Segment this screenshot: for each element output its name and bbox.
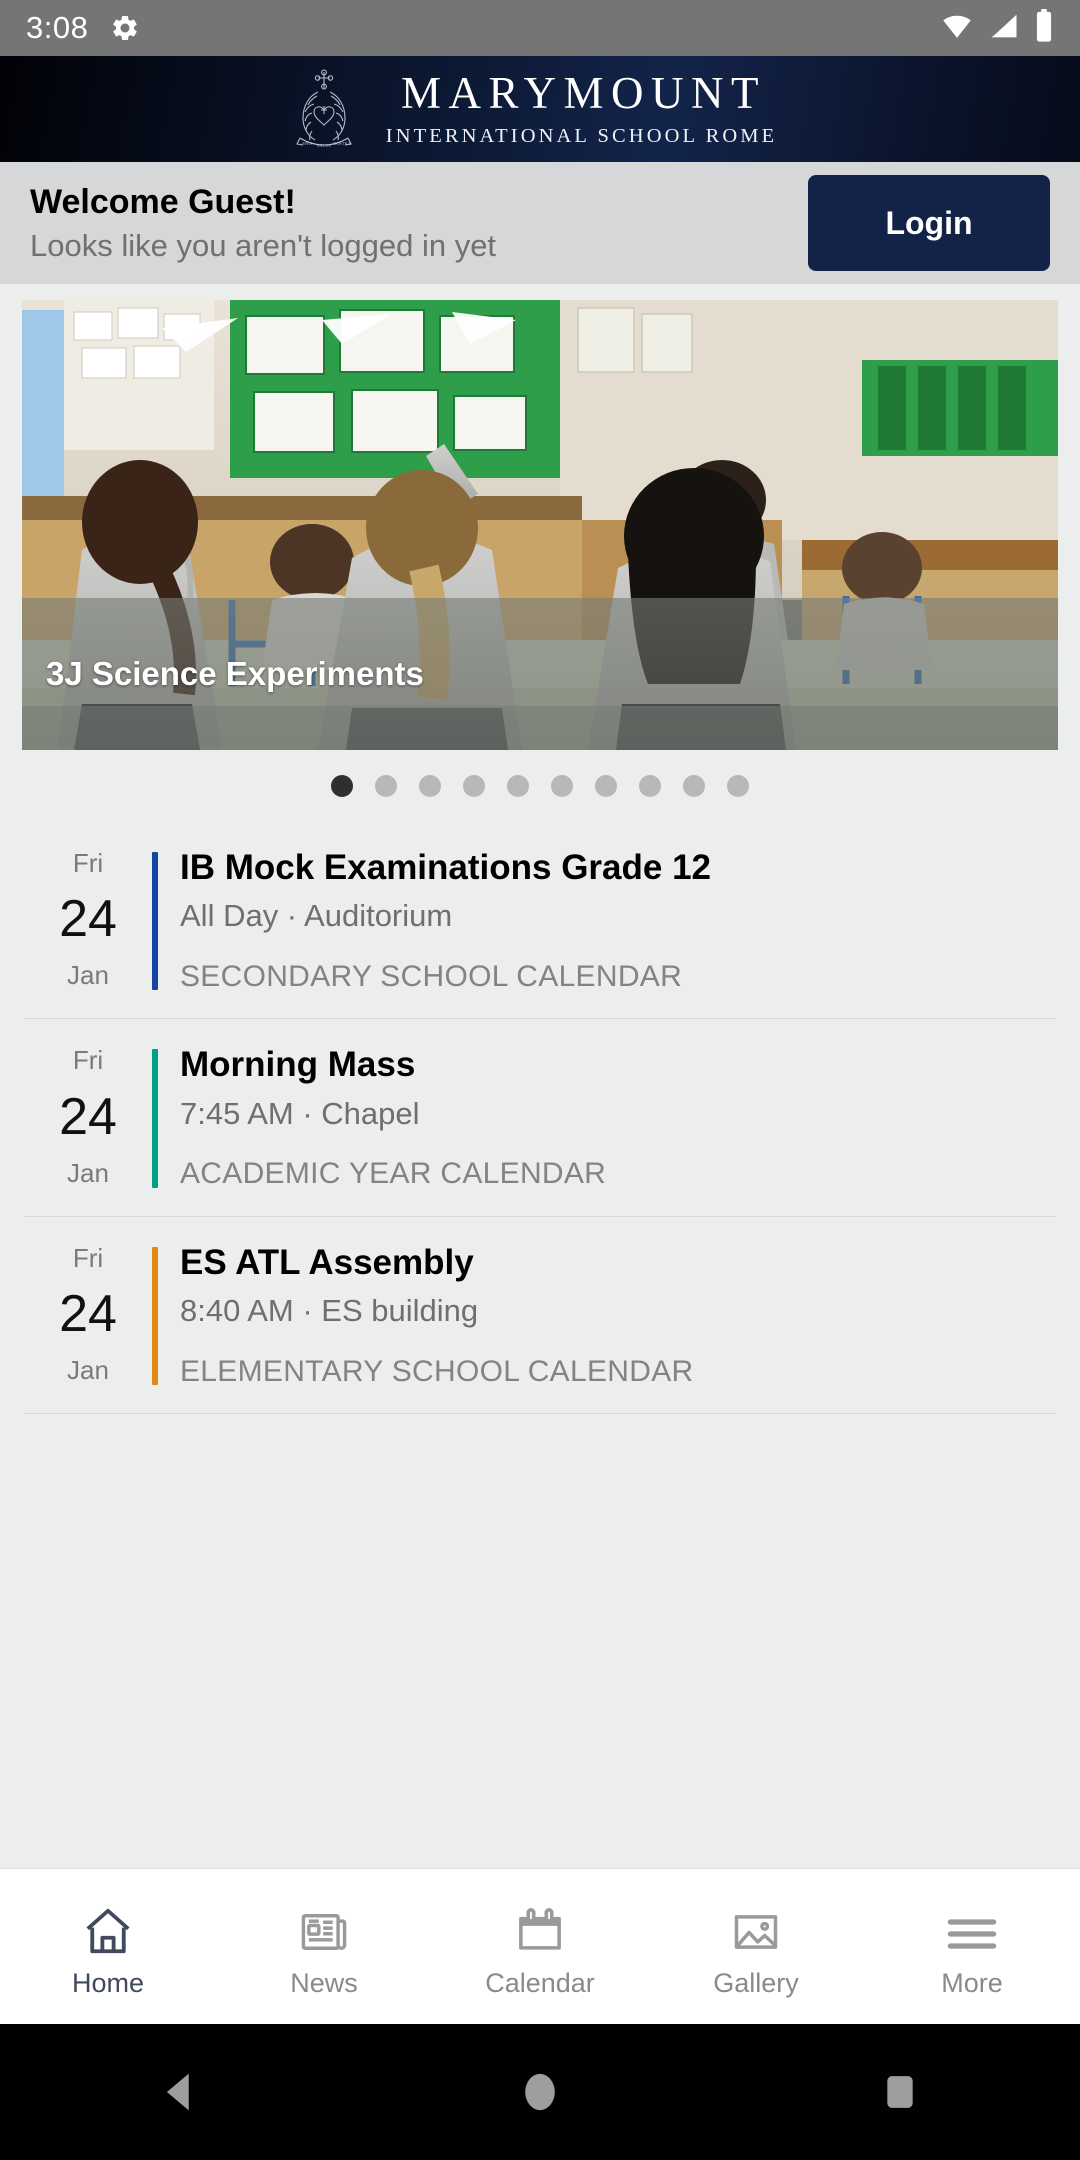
app-root: 3:08 SPES SALUS NOSTRA MARYMOUNT INTERNA…: [0, 0, 1080, 2160]
event-date: Fri 24 Jan: [24, 1243, 152, 1389]
event-month: Jan: [67, 1157, 109, 1188]
welcome-subtitle: Looks like you aren't logged in yet: [30, 227, 497, 263]
hamburger-menu-icon: [943, 1896, 1001, 1958]
svg-text:SALUS: SALUS: [317, 143, 331, 148]
carousel-dot[interactable]: [419, 775, 441, 797]
bottom-navigation: Home News Calendar Gallery More: [0, 1868, 1080, 2024]
carousel-slide[interactable]: 3J Science Experiments: [22, 300, 1058, 750]
carousel-dot[interactable]: [683, 775, 705, 797]
event-title: ES ATL Assembly: [180, 1242, 474, 1282]
carousel-caption: 3J Science Experiments: [22, 598, 1058, 750]
carousel-dot[interactable]: [595, 775, 617, 797]
event-weekday: Fri: [72, 1045, 104, 1076]
event-calendar-name: ACADEMIC YEAR CALENDAR: [180, 1157, 607, 1191]
event-list-item[interactable]: Fri 24 Jan Morning Mass 7:45 AM · Chapel…: [24, 1019, 1056, 1217]
status-bar: 3:08: [0, 0, 1080, 56]
carousel-dot[interactable]: [727, 775, 749, 797]
event-title: Morning Mass: [180, 1045, 416, 1085]
carousel-dot[interactable]: [463, 775, 485, 797]
svg-text:SPES: SPES: [302, 141, 313, 146]
event-day: 24: [59, 1087, 117, 1146]
brand-header: SPES SALUS NOSTRA MARYMOUNT INTERNATIONA…: [0, 56, 1080, 162]
event-weekday: Fri: [72, 1242, 104, 1273]
tab-label-calendar: Calendar: [485, 1968, 595, 1998]
event-calendar-name: ELEMENTARY SCHOOL CALENDAR: [180, 1354, 694, 1388]
main-content: 3J Science Experiments Fri 24 Jan IB Moc…: [0, 284, 1080, 1868]
tab-calendar[interactable]: Calendar: [432, 1869, 648, 2024]
event-list-item[interactable]: Fri 24 Jan IB Mock Examinations Grade 12…: [24, 822, 1056, 1020]
event-meta: 7:45 AM · Chapel: [180, 1095, 420, 1131]
tab-more[interactable]: More: [864, 1869, 1080, 2024]
carousel-dot[interactable]: [331, 775, 353, 797]
tab-label-news: News: [290, 1968, 358, 1998]
svg-text:NOSTRA: NOSTRA: [333, 141, 351, 146]
event-calendar-name: SECONDARY SCHOOL CALENDAR: [180, 959, 683, 993]
event-day: 24: [59, 890, 117, 949]
status-clock: 3:08: [26, 10, 89, 45]
hero-carousel[interactable]: 3J Science Experiments: [0, 284, 1080, 822]
status-indicators: [940, 8, 1054, 48]
login-button[interactable]: Login: [808, 175, 1050, 271]
tab-label-more: More: [941, 1968, 1003, 1998]
event-month: Jan: [67, 1355, 109, 1386]
gear-icon: [110, 13, 140, 43]
android-navigation-bar: [0, 2024, 1080, 2160]
carousel-dot[interactable]: [551, 775, 573, 797]
tab-gallery[interactable]: Gallery: [648, 1869, 864, 2024]
welcome-banner: Welcome Guest! Looks like you aren't log…: [0, 162, 1080, 284]
event-day: 24: [59, 1284, 117, 1343]
news-icon: [296, 1896, 352, 1958]
recents-square-icon[interactable]: [840, 2024, 960, 2160]
carousel-dots[interactable]: [22, 750, 1058, 822]
carousel-dot[interactable]: [507, 775, 529, 797]
event-list: Fri 24 Jan IB Mock Examinations Grade 12…: [0, 822, 1080, 1415]
gallery-icon: [728, 1896, 784, 1958]
carousel-caption-text: 3J Science Experiments: [46, 655, 424, 692]
welcome-title: Welcome Guest!: [30, 182, 296, 221]
carousel-dot[interactable]: [375, 775, 397, 797]
event-list-item[interactable]: Fri 24 Jan ES ATL Assembly 8:40 AM · ES …: [24, 1217, 1056, 1415]
tab-label-home: Home: [71, 1968, 145, 1998]
back-triangle-icon[interactable]: [120, 2024, 240, 2160]
event-meta: 8:40 AM · ES building: [180, 1293, 479, 1329]
calendar-icon: [512, 1896, 568, 1958]
carousel-dot[interactable]: [639, 775, 661, 797]
home-icon: [79, 1896, 137, 1958]
page-title: MARYMOUNT: [400, 68, 767, 119]
brand-subtitle: INTERNATIONAL SCHOOL ROME: [385, 125, 778, 148]
event-meta: All Day · Auditorium: [180, 898, 453, 934]
event-date: Fri 24 Jan: [24, 848, 152, 994]
battery-full-icon: [1034, 8, 1054, 48]
event-title: IB Mock Examinations Grade 12: [180, 848, 712, 887]
event-date: Fri 24 Jan: [24, 1045, 152, 1191]
school-crest-icon: SPES SALUS NOSTRA: [287, 66, 361, 152]
tab-home[interactable]: Home: [0, 1869, 216, 2024]
tab-news[interactable]: News: [216, 1869, 432, 2024]
event-month: Jan: [67, 960, 109, 991]
wifi-icon: [940, 11, 974, 46]
tab-label-gallery: Gallery: [713, 1968, 799, 1998]
home-circle-icon[interactable]: [480, 2024, 600, 2160]
event-weekday: Fri: [72, 848, 104, 878]
cellular-signal-icon: [988, 11, 1020, 46]
